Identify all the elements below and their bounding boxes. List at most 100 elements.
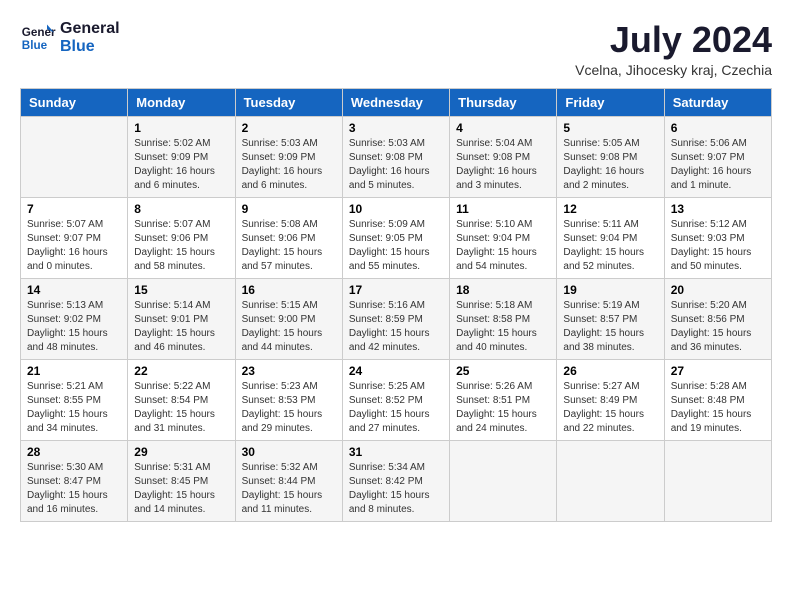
calendar-cell: 23 Sunrise: 5:23 AMSunset: 8:53 PMDayligh… (235, 359, 342, 440)
day-number: 8 (134, 202, 228, 216)
calendar-cell: 21 Sunrise: 5:21 AMSunset: 8:55 PMDayligh… (21, 359, 128, 440)
day-info: Sunrise: 5:15 AMSunset: 9:00 PMDaylight:… (242, 299, 336, 355)
col-tuesday: Tuesday (235, 88, 342, 116)
day-info: Sunrise: 5:13 AMSunset: 9:02 PMDaylight:… (27, 299, 121, 355)
day-info: Sunrise: 5:25 AMSunset: 8:52 PMDaylight:… (349, 380, 443, 436)
calendar-cell: 10 Sunrise: 5:09 AMSunset: 9:05 PMDayligh… (342, 197, 449, 278)
day-info: Sunrise: 5:14 AMSunset: 9:01 PMDaylight:… (134, 299, 228, 355)
day-info: Sunrise: 5:32 AMSunset: 8:44 PMDaylight:… (242, 461, 336, 517)
day-number: 28 (27, 445, 121, 459)
calendar-cell: 30 Sunrise: 5:32 AMSunset: 8:44 PMDayligh… (235, 440, 342, 521)
day-info: Sunrise: 5:21 AMSunset: 8:55 PMDaylight:… (27, 380, 121, 436)
calendar-cell: 31 Sunrise: 5:34 AMSunset: 8:42 PMDayligh… (342, 440, 449, 521)
day-number: 2 (242, 121, 336, 135)
calendar-cell: 4 Sunrise: 5:04 AMSunset: 9:08 PMDaylight… (450, 116, 557, 197)
month-title: July 2024 (575, 20, 772, 60)
day-number: 23 (242, 364, 336, 378)
day-number: 18 (456, 283, 550, 297)
day-info: Sunrise: 5:09 AMSunset: 9:05 PMDaylight:… (349, 218, 443, 274)
calendar-table: Sunday Monday Tuesday Wednesday Thursday… (20, 88, 772, 522)
day-info: Sunrise: 5:07 AMSunset: 9:07 PMDaylight:… (27, 218, 121, 274)
calendar-cell: 20Sunrise: 5:20 AMSunset: 8:56 PMDayligh… (664, 278, 771, 359)
calendar-cell: 7 Sunrise: 5:07 AMSunset: 9:07 PMDaylight… (21, 197, 128, 278)
day-number: 30 (242, 445, 336, 459)
day-number: 25 (456, 364, 550, 378)
calendar-cell: 6 Sunrise: 5:06 AMSunset: 9:07 PMDaylight… (664, 116, 771, 197)
calendar-cell: 5Sunrise: 5:05 AMSunset: 9:08 PMDaylight… (557, 116, 664, 197)
day-number: 24 (349, 364, 443, 378)
col-thursday: Thursday (450, 88, 557, 116)
day-number: 7 (27, 202, 121, 216)
day-info: Sunrise: 5:18 AMSunset: 8:58 PMDaylight:… (456, 299, 550, 355)
calendar-cell: 15 Sunrise: 5:14 AMSunset: 9:01 PMDayligh… (128, 278, 235, 359)
day-number: 4 (456, 121, 550, 135)
day-number: 31 (349, 445, 443, 459)
calendar-cell: 26 Sunrise: 5:27 AMSunset: 8:49 PMDayligh… (557, 359, 664, 440)
day-info: Sunrise: 5:12 AMSunset: 9:03 PMDaylight:… (671, 218, 765, 274)
logo-text-blue: Blue (60, 38, 120, 56)
calendar-week-3: 14 Sunrise: 5:13 AMSunset: 9:02 PMDayligh… (21, 278, 772, 359)
day-number: 10 (349, 202, 443, 216)
page-header: General Blue General Blue July 2024 Vcel… (20, 20, 772, 78)
calendar-cell: 13Sunrise: 5:12 AMSunset: 9:03 PMDayligh… (664, 197, 771, 278)
day-number: 20 (671, 283, 765, 297)
svg-text:Blue: Blue (22, 39, 48, 52)
logo-text-general: General (60, 20, 120, 38)
calendar-week-5: 28Sunrise: 5:30 AMSunset: 8:47 PMDayligh… (21, 440, 772, 521)
calendar-cell (664, 440, 771, 521)
day-info: Sunrise: 5:11 AMSunset: 9:04 PMDaylight:… (563, 218, 657, 274)
day-info: Sunrise: 5:31 AMSunset: 8:45 PMDaylight:… (134, 461, 228, 517)
logo: General Blue General Blue (20, 20, 120, 56)
title-block: July 2024 Vcelna, Jihocesky kraj, Czechi… (575, 20, 772, 78)
calendar-cell: 19Sunrise: 5:19 AMSunset: 8:57 PMDayligh… (557, 278, 664, 359)
day-info: Sunrise: 5:02 AMSunset: 9:09 PMDaylight:… (134, 137, 228, 193)
day-info: Sunrise: 5:07 AMSunset: 9:06 PMDaylight:… (134, 218, 228, 274)
svg-text:General: General (22, 26, 56, 39)
col-monday: Monday (128, 88, 235, 116)
day-number: 17 (349, 283, 443, 297)
calendar-cell: 14 Sunrise: 5:13 AMSunset: 9:02 PMDayligh… (21, 278, 128, 359)
calendar-cell: 9 Sunrise: 5:08 AMSunset: 9:06 PMDaylight… (235, 197, 342, 278)
calendar-week-1: 1Sunrise: 5:02 AMSunset: 9:09 PMDaylight… (21, 116, 772, 197)
day-info: Sunrise: 5:28 AMSunset: 8:48 PMDaylight:… (671, 380, 765, 436)
calendar-cell: 1Sunrise: 5:02 AMSunset: 9:09 PMDaylight… (128, 116, 235, 197)
calendar-cell: 12Sunrise: 5:11 AMSunset: 9:04 PMDayligh… (557, 197, 664, 278)
day-number: 9 (242, 202, 336, 216)
day-number: 6 (671, 121, 765, 135)
day-number: 11 (456, 202, 550, 216)
day-info: Sunrise: 5:27 AMSunset: 8:49 PMDaylight:… (563, 380, 657, 436)
calendar-cell (557, 440, 664, 521)
location-subtitle: Vcelna, Jihocesky kraj, Czechia (575, 62, 772, 78)
calendar-cell: 18 Sunrise: 5:18 AMSunset: 8:58 PMDayligh… (450, 278, 557, 359)
day-number: 29 (134, 445, 228, 459)
day-number: 15 (134, 283, 228, 297)
calendar-week-2: 7 Sunrise: 5:07 AMSunset: 9:07 PMDaylight… (21, 197, 772, 278)
day-info: Sunrise: 5:04 AMSunset: 9:08 PMDaylight:… (456, 137, 550, 193)
calendar-cell (21, 116, 128, 197)
day-info: Sunrise: 5:34 AMSunset: 8:42 PMDaylight:… (349, 461, 443, 517)
col-sunday: Sunday (21, 88, 128, 116)
day-number: 26 (563, 364, 657, 378)
day-number: 3 (349, 121, 443, 135)
calendar-cell: 27Sunrise: 5:28 AMSunset: 8:48 PMDayligh… (664, 359, 771, 440)
col-wednesday: Wednesday (342, 88, 449, 116)
col-friday: Friday (557, 88, 664, 116)
day-info: Sunrise: 5:03 AMSunset: 9:09 PMDaylight:… (242, 137, 336, 193)
day-info: Sunrise: 5:08 AMSunset: 9:06 PMDaylight:… (242, 218, 336, 274)
day-info: Sunrise: 5:05 AMSunset: 9:08 PMDaylight:… (563, 137, 657, 193)
day-info: Sunrise: 5:23 AMSunset: 8:53 PMDaylight:… (242, 380, 336, 436)
day-info: Sunrise: 5:19 AMSunset: 8:57 PMDaylight:… (563, 299, 657, 355)
calendar-cell: 24 Sunrise: 5:25 AMSunset: 8:52 PMDayligh… (342, 359, 449, 440)
calendar-cell: 2 Sunrise: 5:03 AMSunset: 9:09 PMDaylight… (235, 116, 342, 197)
calendar-cell: 29 Sunrise: 5:31 AMSunset: 8:45 PMDayligh… (128, 440, 235, 521)
day-number: 14 (27, 283, 121, 297)
day-info: Sunrise: 5:06 AMSunset: 9:07 PMDaylight:… (671, 137, 765, 193)
calendar-cell: 3Sunrise: 5:03 AMSunset: 9:08 PMDaylight… (342, 116, 449, 197)
calendar-header: Sunday Monday Tuesday Wednesday Thursday… (21, 88, 772, 116)
day-info: Sunrise: 5:22 AMSunset: 8:54 PMDaylight:… (134, 380, 228, 436)
calendar-cell: 28Sunrise: 5:30 AMSunset: 8:47 PMDayligh… (21, 440, 128, 521)
day-number: 21 (27, 364, 121, 378)
calendar-cell (450, 440, 557, 521)
day-info: Sunrise: 5:26 AMSunset: 8:51 PMDaylight:… (456, 380, 550, 436)
logo-icon: General Blue (20, 20, 56, 56)
